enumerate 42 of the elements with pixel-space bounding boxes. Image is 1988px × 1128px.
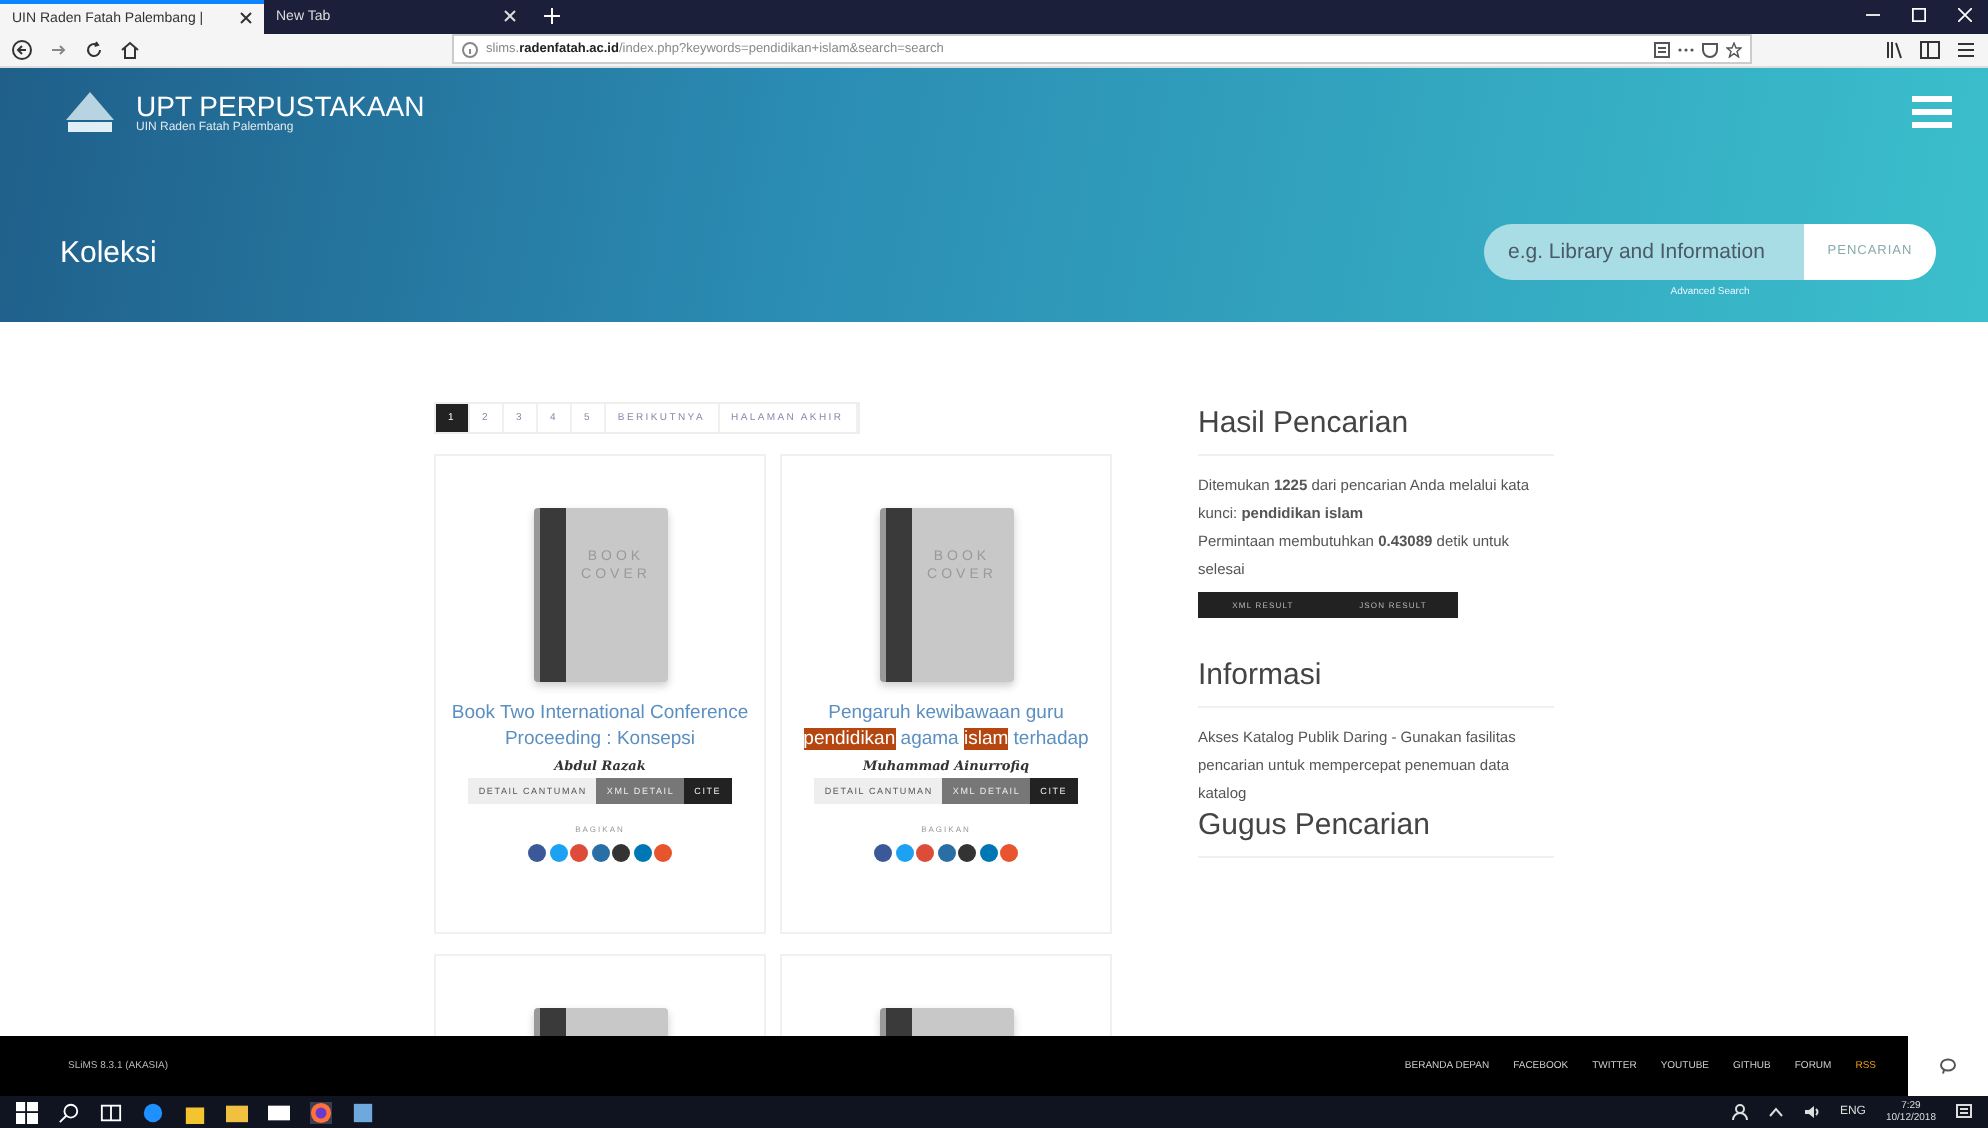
forward-icon[interactable] [48,39,68,60]
reload-icon[interactable] [84,39,104,60]
chat-icon[interactable] [1940,1058,1956,1075]
chevron-up-icon[interactable] [1767,1104,1784,1121]
volume-icon[interactable] [1803,1104,1820,1121]
info-icon[interactable] [462,41,478,58]
star-icon[interactable] [1726,41,1742,58]
windows-start-icon[interactable] [16,1101,38,1124]
reader-icon[interactable] [1654,41,1670,58]
share-icon[interactable] [612,844,630,863]
section-heading: Gugus Pencarian [1198,808,1554,859]
mail-icon[interactable] [268,1101,290,1124]
share-icon[interactable] [528,844,546,863]
section-heading: Informasi [1198,658,1554,709]
back-icon[interactable] [12,39,32,60]
task-view-icon[interactable] [100,1101,122,1124]
folder-icon[interactable] [226,1101,248,1124]
new-tab-icon[interactable] [544,8,560,24]
share-icon[interactable] [958,844,976,863]
share-icon[interactable] [591,844,609,863]
share-icon[interactable] [874,844,892,863]
minimize-icon[interactable] [1866,8,1880,22]
share-icon[interactable] [937,844,955,863]
app-icon[interactable] [352,1101,374,1124]
firefox-icon[interactable] [310,1101,332,1124]
library-icon[interactable] [1884,39,1904,60]
site-title: UPT PERPUSTAKAAN [136,89,425,122]
sidebar-icon[interactable] [1920,39,1940,60]
browser-icon[interactable] [142,1101,164,1124]
page-title: Koleksi [60,235,157,270]
pocket-icon[interactable] [1702,41,1718,58]
menu-icon[interactable] [1956,39,1976,60]
search-icon[interactable] [58,1101,80,1124]
close-icon[interactable] [240,12,252,25]
logo-icon [60,87,120,136]
home-icon[interactable] [120,39,140,60]
book-title-link[interactable]: Pengaruh kewibawaan guru pendidikan agama islam terhadap [784,700,1108,753]
search-field[interactable]: e.g. Library and Information [1484,223,1804,280]
notification-icon[interactable] [1956,1104,1972,1121]
people-icon[interactable] [1731,1104,1748,1121]
section-heading: Hasil Pencarian [1198,406,1554,457]
maximize-icon[interactable] [1912,8,1926,22]
